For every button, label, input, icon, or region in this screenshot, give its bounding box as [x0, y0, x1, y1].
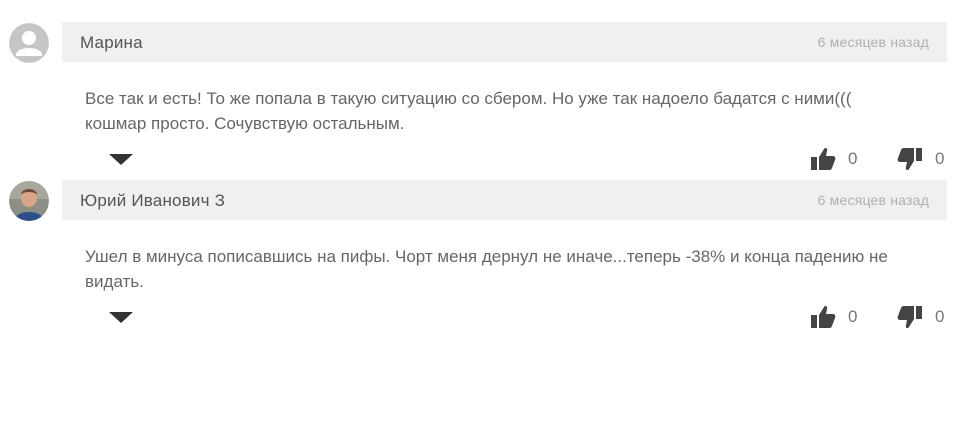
expand-replies-icon[interactable] [107, 310, 135, 324]
like-button[interactable]: 0 [810, 304, 857, 330]
avatar-placeholder-icon [9, 23, 49, 63]
thumbs-up-icon [810, 147, 836, 171]
dislike-button[interactable]: 0 [897, 146, 944, 172]
comment-item: Юрий Иванович З 6 месяцев назад Ушел в м… [0, 180, 973, 338]
like-button[interactable]: 0 [810, 146, 857, 172]
thumbs-down-icon [897, 305, 923, 329]
comment-header: Юрий Иванович З 6 месяцев назад [62, 180, 947, 220]
comment-text: Все так и есть! То же попала в такую сит… [85, 89, 852, 133]
dislike-count: 0 [935, 307, 945, 326]
comment-author[interactable]: Марина [80, 33, 143, 53]
comment-header: Марина 6 месяцев назад [62, 22, 947, 62]
dislike-count: 0 [935, 149, 945, 168]
comment-time[interactable]: 6 месяцев назад [818, 34, 929, 50]
like-count: 0 [848, 149, 858, 168]
thumbs-down-icon [897, 147, 923, 171]
comment-author[interactable]: Юрий Иванович З [80, 191, 225, 211]
comment-time[interactable]: 6 месяцев назад [818, 192, 929, 208]
user-photo-avatar [9, 181, 49, 221]
like-count: 0 [848, 307, 858, 326]
comment-text: Ушел в минуса пописавшись на пифы. Чорт … [85, 247, 888, 291]
expand-replies-icon[interactable] [107, 152, 135, 166]
thumbs-up-icon [810, 305, 836, 329]
dislike-button[interactable]: 0 [897, 304, 944, 330]
comment-item: Марина 6 месяцев назад Все так и есть! Т… [0, 22, 973, 180]
